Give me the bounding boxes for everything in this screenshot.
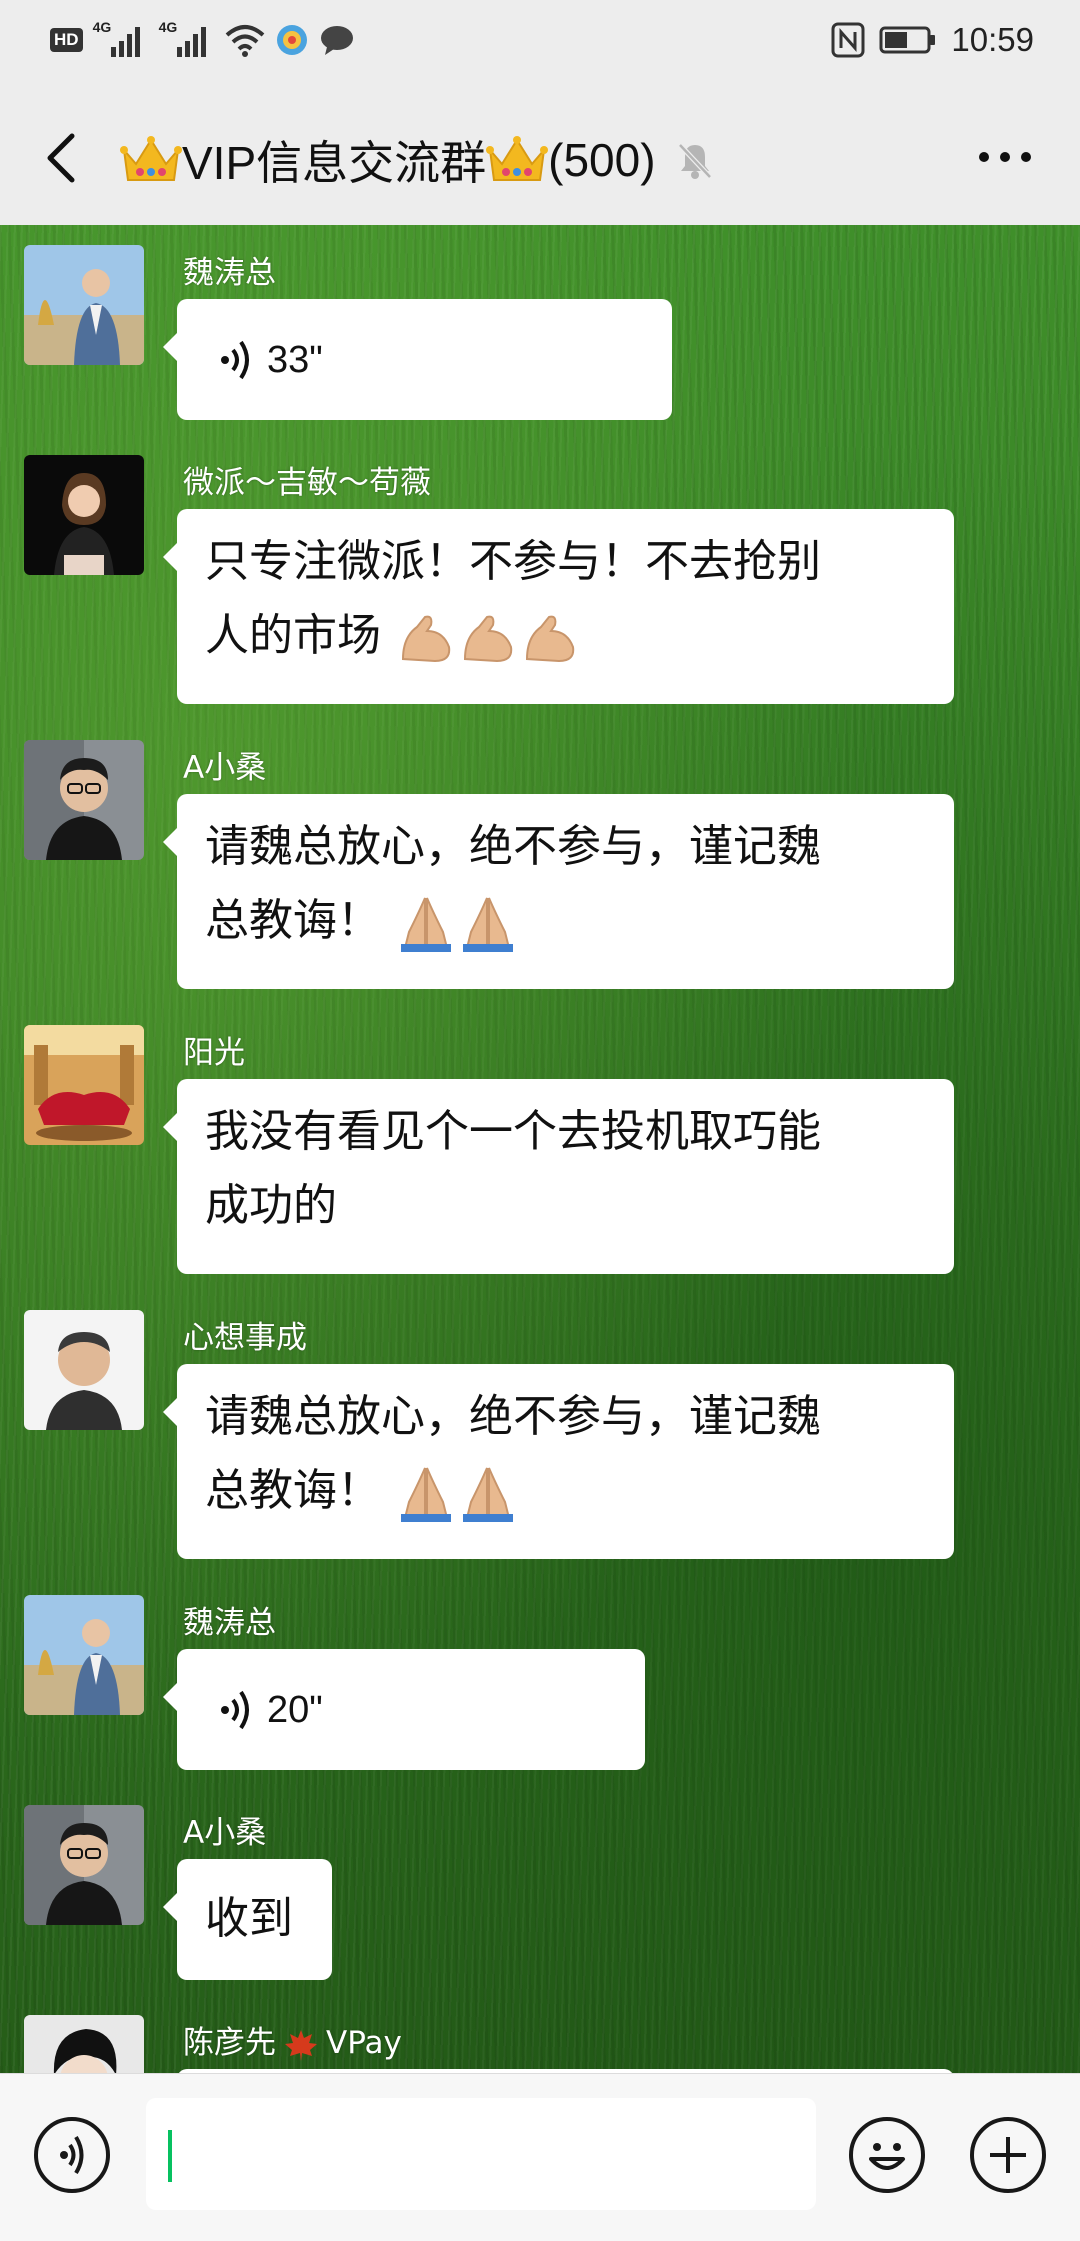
voice-playback-icon (221, 1690, 249, 1729)
sender-name: 微派～吉敏～苟薇 (183, 465, 431, 501)
crown-icon (120, 136, 182, 181)
more-dots-icon[interactable] (970, 132, 1040, 182)
nfc-icon (831, 22, 865, 58)
message-text-line: 我没有看见个一个去投机取巧能 (205, 1106, 821, 1157)
clock: 10:59 (951, 21, 1034, 58)
text-caret (168, 2130, 172, 2182)
signal-icon: 4G (93, 19, 149, 59)
avatar[interactable] (24, 245, 144, 365)
sender-name: 魏涛总 (183, 255, 276, 291)
group-name: VIP信息交流群 (182, 137, 487, 189)
message-text-line: 总教诲！ (205, 884, 926, 958)
chat-message-list[interactable]: 魏涛总 33" 微派～吉敏～苟薇 只专注微派！不参与！不去抢别 人的市场 A小桑… (0, 225, 1080, 2073)
message-input[interactable] (146, 2098, 816, 2210)
voice-playback-icon (221, 340, 249, 379)
folded-hands-emoji-icon (463, 897, 513, 952)
chat-title[interactable]: VIP信息交流群 (500) (120, 120, 716, 200)
sender-name: 陈彦先 VPay (183, 2025, 402, 2061)
app-notification-icon (276, 25, 307, 55)
message-bubble[interactable]: 我没有看见个一个去投机取巧能 成功的 (163, 1079, 954, 1274)
avatar[interactable] (24, 1310, 144, 1430)
avatar[interactable] (24, 2015, 144, 2073)
message-text-line: 请魏总放心，绝不参与，谨记魏 (205, 1391, 821, 1442)
folded-hands-emoji-icon (463, 1467, 513, 1522)
message-text-line: 只专注微派！不参与！不去抢别 (205, 536, 821, 587)
back-button[interactable] (30, 116, 90, 196)
sender-name: 魏涛总 (183, 1605, 276, 1641)
voice-message-bubble[interactable]: 20" (163, 1649, 645, 1770)
avatar[interactable] (24, 1805, 144, 1925)
voice-duration: 33" (267, 338, 323, 381)
emoji-smile-icon[interactable] (849, 2117, 925, 2193)
signal-icon-2: 4G (159, 19, 215, 59)
sender-name: 阳光 (183, 1035, 245, 1071)
message-bubble[interactable]: 收到 (163, 1859, 332, 1980)
input-bar (0, 2073, 1080, 2241)
message-text-line: 收到 (205, 1893, 293, 1944)
folded-hands-emoji-icon (401, 1467, 451, 1522)
message-text-line: 请魏总放心，绝不参与，谨记魏 (205, 821, 821, 872)
maple-leaf-icon (285, 2029, 317, 2061)
flexed-biceps-emoji-icon (463, 615, 513, 663)
battery-icon (879, 26, 936, 54)
voice-input-icon[interactable] (34, 2117, 110, 2193)
wifi-icon (225, 25, 264, 57)
sender-name: A小桑 (183, 750, 267, 786)
crown-icon (486, 136, 549, 181)
flexed-biceps-emoji-icon (401, 615, 451, 663)
plus-icon[interactable] (970, 2117, 1046, 2193)
avatar[interactable] (24, 1025, 144, 1145)
avatar[interactable] (24, 1595, 144, 1715)
sender-name: A小桑 (183, 1815, 267, 1851)
avatar[interactable] (24, 455, 144, 575)
message-bubble[interactable]: 请魏总放心，绝不参与，谨记魏 总教诲！ (163, 1364, 954, 1559)
message-bubble[interactable]: 请魏总放心，绝不参与，谨记魏 总教诲！ (163, 794, 954, 989)
voice-duration: 20" (267, 1688, 323, 1731)
flexed-biceps-emoji-icon (525, 615, 575, 663)
message-bubble[interactable]: 只专注微派！不参与！不去抢别 人的市场 (163, 509, 954, 704)
sender-name: 心想事成 (183, 1320, 307, 1356)
message-text-line: 总教诲！ (205, 1454, 926, 1528)
avatar[interactable] (24, 740, 144, 860)
status-bar: HD 4G 4G 10:59 (0, 0, 1080, 80)
folded-hands-emoji-icon (401, 897, 451, 952)
member-count: (500) (548, 134, 656, 186)
bell-mute-icon (677, 143, 712, 179)
voice-message-bubble[interactable]: 33" (163, 299, 672, 420)
chat-header: VIP信息交流群 (500) (0, 80, 1080, 225)
hd-badge: HD (50, 28, 83, 52)
message-text-line: 人的市场 (205, 599, 926, 673)
message-bubble-icon (320, 26, 353, 55)
message-text-line: 成功的 (205, 1180, 337, 1231)
